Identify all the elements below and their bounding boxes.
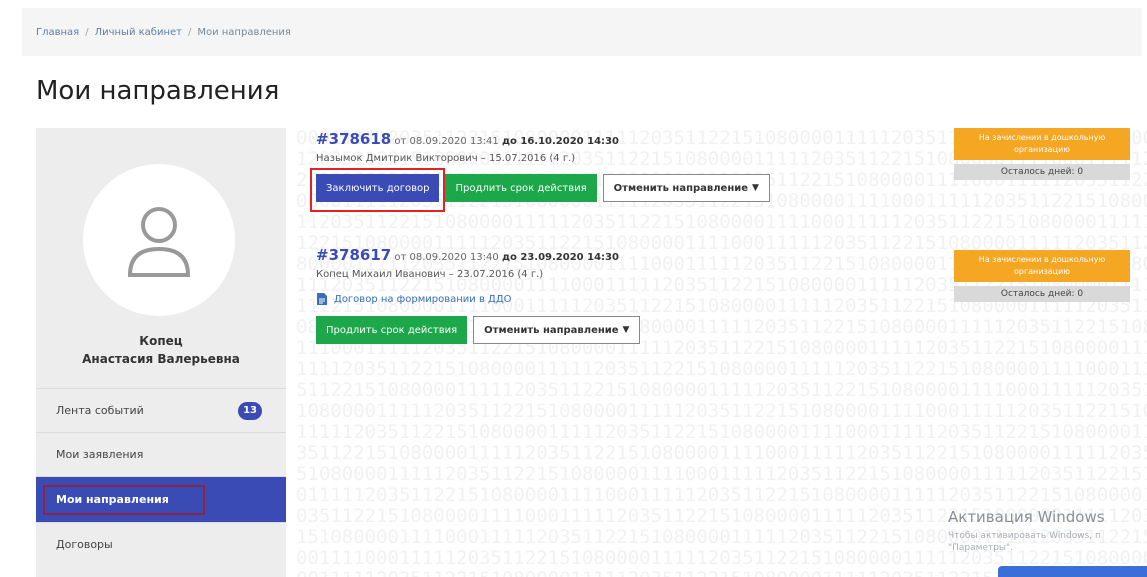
- breadcrumb: Главная / Личный кабинет / Мои направлен…: [22, 8, 1142, 56]
- referral-child: Копец Михаил Иванович – 23.07.2016 (4 г.…: [316, 269, 544, 280]
- referral-actions: Заключить договор Продлить срок действия…: [310, 168, 956, 212]
- events-count-badge: 13: [238, 402, 262, 420]
- breadcrumb-current: Мои направления: [197, 26, 291, 38]
- watermark-title: Активация Windows: [948, 508, 1105, 526]
- user-name: Копец Анастасия Валерьевна: [36, 332, 286, 368]
- floating-chat-button[interactable]: [998, 566, 1147, 577]
- referral-status: На зачислении в дошкольную организацию О…: [954, 250, 1130, 302]
- extend-validity-button[interactable]: Продлить срок действия: [316, 316, 468, 344]
- contract-document-link[interactable]: Договор на формировании в ДДО: [316, 292, 956, 306]
- referral-date: от 08.09.2020 13:41: [394, 136, 499, 147]
- referral-number[interactable]: #378618: [316, 130, 391, 148]
- button-highlight: [310, 168, 446, 212]
- sidebar-item-events[interactable]: Лента событий 13: [36, 388, 286, 432]
- sidebar-item-applications[interactable]: Мои заявления: [36, 432, 286, 476]
- referral-number[interactable]: #378617: [316, 246, 391, 264]
- chevron-down-icon: ▼: [752, 183, 759, 193]
- sidebar-item-label: Лента событий: [56, 404, 144, 417]
- selection-highlight: [43, 485, 205, 515]
- avatar: [83, 164, 235, 316]
- referral-valid-until: до 16.10.2020 14:30: [501, 136, 619, 147]
- cancel-referral-button[interactable]: Отменить направление ▼: [473, 316, 641, 344]
- days-left: Осталось дней: 0: [954, 286, 1130, 302]
- page-title: Мои направления: [36, 76, 280, 106]
- sidebar: Копец Анастасия Валерьевна Лента событий…: [36, 128, 286, 577]
- contract-button-wrapper: Заключить договор: [310, 168, 446, 212]
- extend-validity-button[interactable]: Продлить срок действия: [445, 174, 597, 202]
- days-left: Осталось дней: 0: [954, 164, 1130, 180]
- referral-card: #378617 от 08.09.2020 13:40 до 23.09.202…: [316, 246, 956, 344]
- referral-card: #378618 от 08.09.2020 13:41 до 16.10.202…: [310, 130, 956, 212]
- referral-status: На зачислении в дошкольную организацию О…: [954, 128, 1130, 180]
- breadcrumb-home[interactable]: Главная: [36, 27, 79, 38]
- button-label: Отменить направление: [613, 182, 749, 194]
- breadcrumb-separator: /: [187, 26, 192, 38]
- referral-child: Назымок Дмитрик Викторович – 15.07.2016 …: [316, 153, 576, 164]
- watermark-subtitle: Чтобы активировать Windows, п "Параметры…: [948, 530, 1147, 554]
- document-link-label: Договор на формировании в ДДО: [334, 293, 512, 305]
- user-given-name: Анастасия Валерьевна: [82, 352, 240, 366]
- status-badge: На зачислении в дошкольную организацию: [954, 128, 1130, 160]
- button-label: Отменить направление: [484, 324, 619, 336]
- watermark-subtitle-line: Чтобы активировать Windows, п: [948, 531, 1101, 541]
- user-icon: [127, 207, 191, 277]
- watermark-subtitle-line: "Параметры".: [948, 543, 1014, 553]
- breadcrumb-separator: /: [85, 26, 89, 38]
- status-badge: На зачислении в дошкольную организацию: [954, 250, 1130, 282]
- document-icon: [317, 293, 327, 305]
- referral-actions: Продлить срок действия Отменить направле…: [316, 316, 956, 344]
- referral-header: #378618 от 08.09.2020 13:41 до 16.10.202…: [316, 130, 956, 151]
- sidebar-item-contracts[interactable]: Договоры: [36, 522, 286, 566]
- breadcrumb-cabinet[interactable]: Личный кабинет: [95, 27, 182, 38]
- sidebar-item-label: Мои заявления: [56, 448, 144, 461]
- referral-date: от 08.09.2020 13:40: [394, 252, 499, 263]
- windows-activation-watermark: Активация Windows Чтобы активировать Win…: [948, 508, 1147, 554]
- cancel-referral-button[interactable]: Отменить направление ▼: [602, 174, 770, 202]
- page: Главная / Личный кабинет / Мои направлен…: [0, 0, 1147, 577]
- referral-header: #378617 от 08.09.2020 13:40 до 23.09.202…: [316, 246, 956, 267]
- chevron-down-icon: ▼: [622, 325, 630, 335]
- sidebar-item-label: Договоры: [56, 538, 113, 551]
- referral-valid-until: до 23.09.2020 14:30: [501, 252, 619, 263]
- user-surname: Копец: [139, 334, 183, 348]
- sidebar-item-referrals[interactable]: Мои направления: [36, 476, 286, 522]
